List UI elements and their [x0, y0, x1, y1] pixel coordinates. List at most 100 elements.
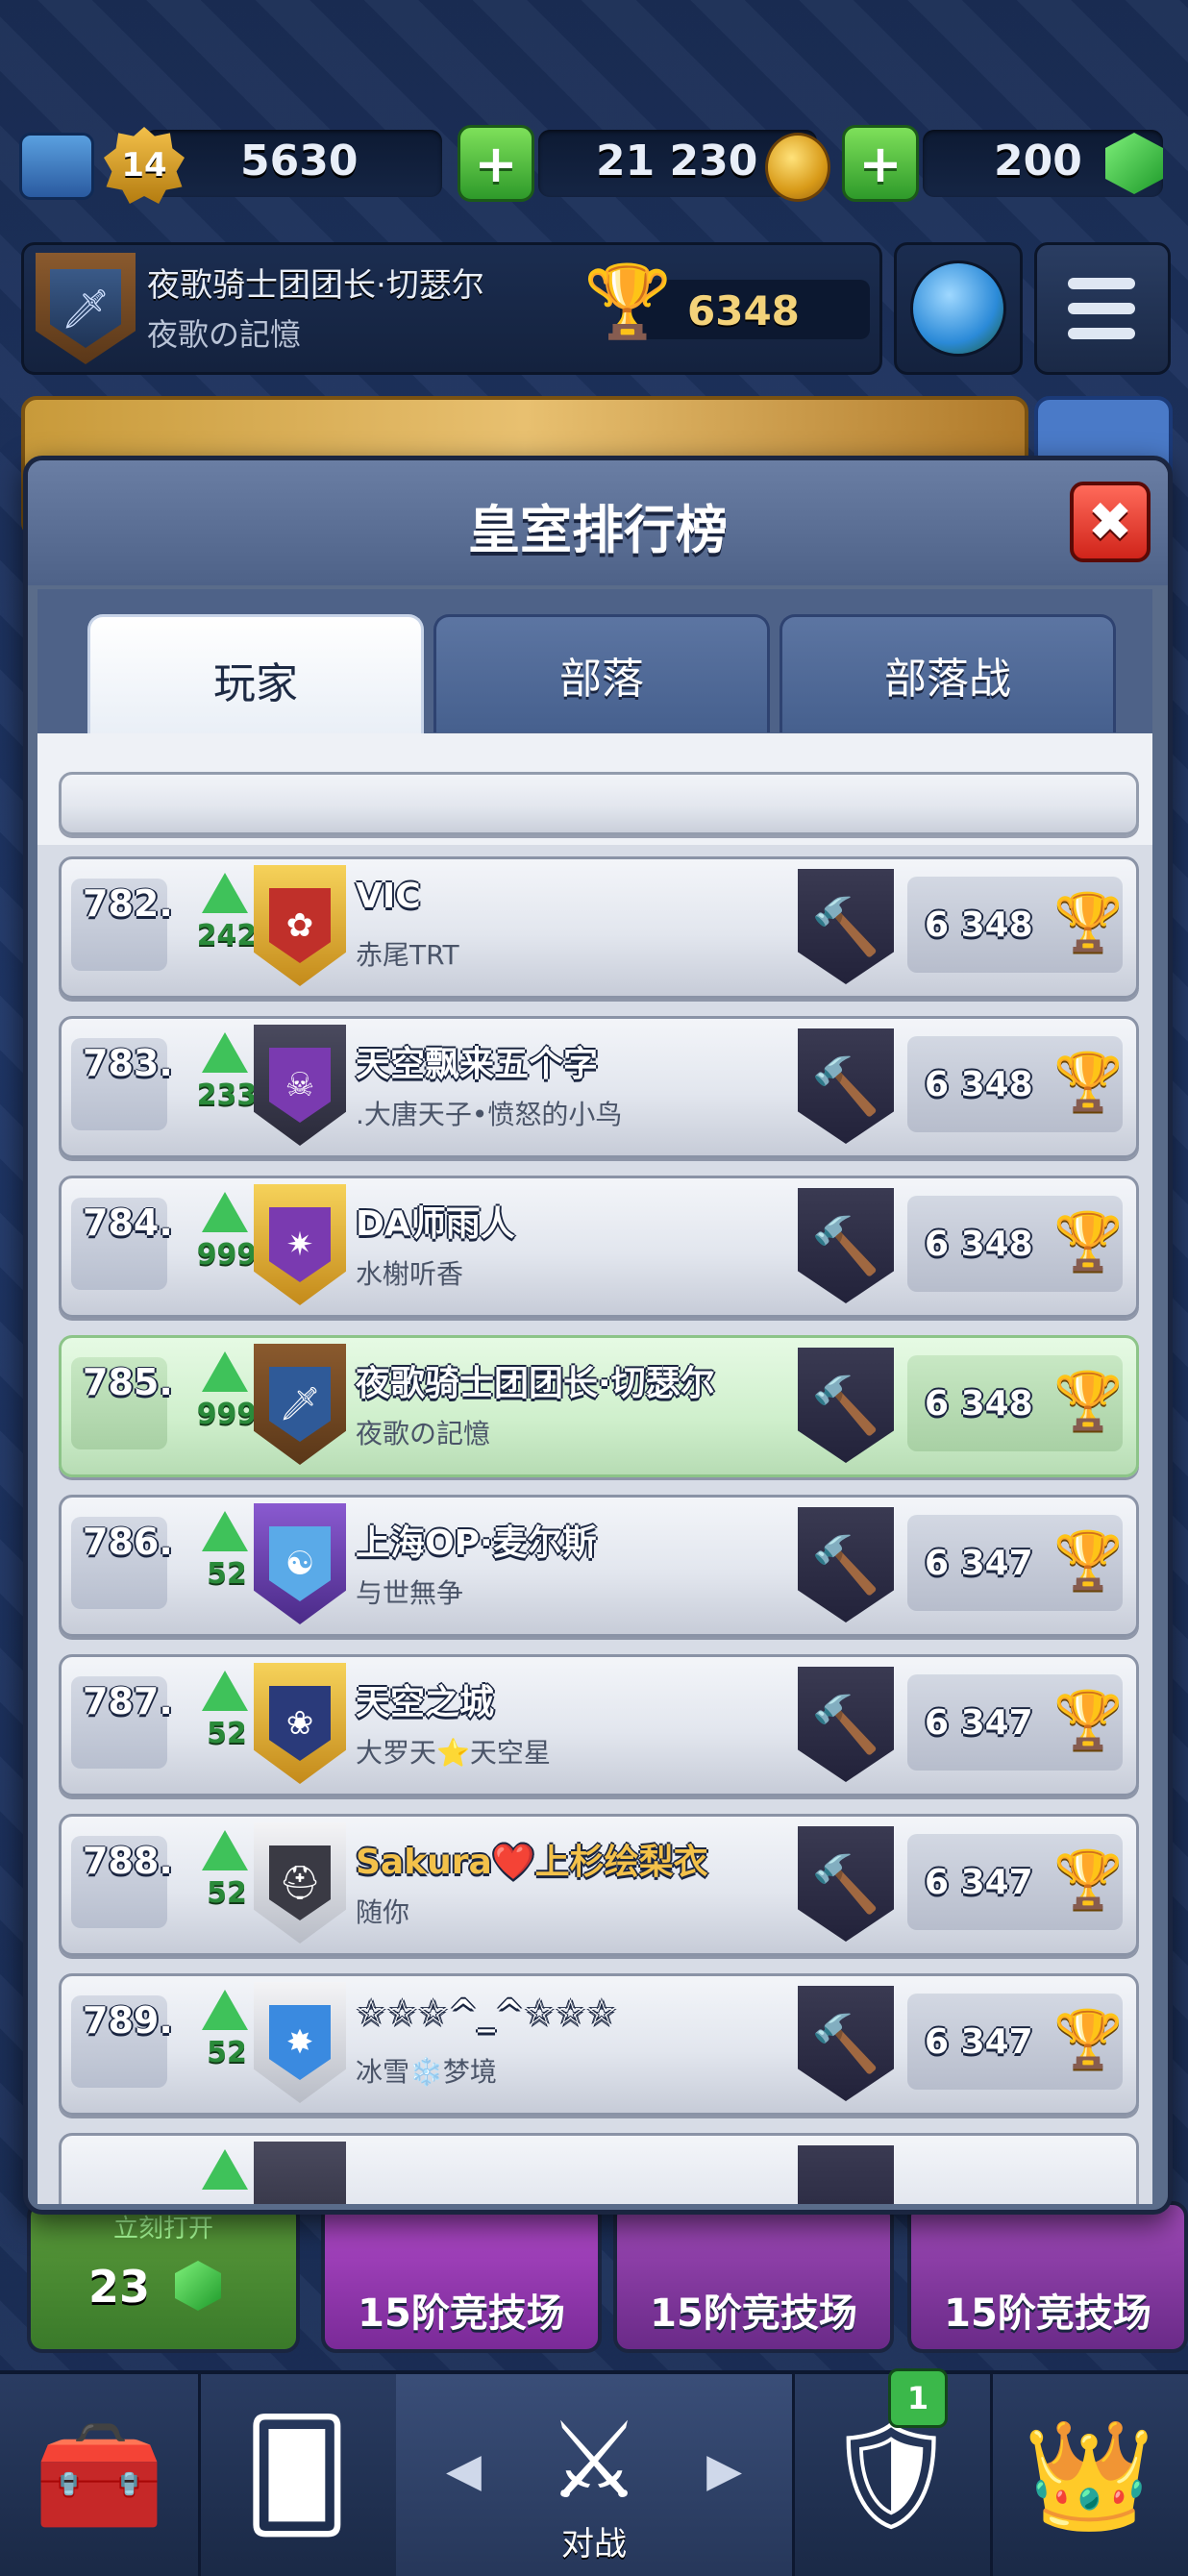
- clan-badge-icon: ❀: [254, 1663, 346, 1784]
- trophy-box: 6 347 🏆: [907, 1834, 1123, 1930]
- clan-badge-icon: ⛑: [254, 1822, 346, 1944]
- trophy-box: 6 348 🏆: [907, 1355, 1123, 1451]
- player-clan: 随你: [356, 1896, 410, 1928]
- crown-icon[interactable]: [19, 133, 94, 200]
- experience-value: 5630: [240, 136, 359, 186]
- leaderboard-list[interactable]: 782. 242 ✿ VIC 赤尾TRT 🔨 6 348 🏆 783. 233 …: [37, 733, 1152, 2204]
- trophy-icon: 🏆: [1053, 1527, 1124, 1593]
- clan-badge-icon: ☠: [254, 1025, 346, 1146]
- menu-icon-line: [1068, 328, 1135, 339]
- modal-title-bar: 皇室排行榜 ✖: [28, 460, 1168, 585]
- rank-number: 785.: [83, 1361, 173, 1403]
- trophy-box: 6 347 🏆: [907, 1674, 1123, 1771]
- clan-badge-icon: ✿: [254, 865, 346, 986]
- globe-icon: [910, 260, 1006, 357]
- tab-players[interactable]: 玩家: [87, 614, 424, 742]
- rank-number: 789.: [83, 1999, 173, 2042]
- nav-clan[interactable]: 1 🛡: [792, 2368, 993, 2576]
- trophy-box: 6 347 🏆: [907, 1994, 1123, 2090]
- leaderboard-row[interactable]: 783. 233 ☠ 天空飘来五个字 .大唐天子•愤怒的小鸟 🔨 6 348 🏆: [59, 1016, 1139, 1158]
- gold-value: 21 230: [596, 136, 758, 186]
- rank-number: 784.: [83, 1201, 173, 1244]
- player-clan: .大唐天子•愤怒的小鸟: [356, 1099, 623, 1130]
- trophy-icon: 🏆: [1053, 2006, 1124, 2071]
- trophy-icon: 🏆: [1053, 1049, 1124, 1114]
- leaderboard-row[interactable]: 782. 242 ✿ VIC 赤尾TRT 🔨 6 348 🏆: [59, 856, 1139, 999]
- royal-leaderboard-modal: 皇室排行榜 ✖ 玩家 部落 部落战 782. 242 ✿ VIC 赤尾TRT 🔨…: [23, 456, 1173, 2215]
- leaderboard-row[interactable]: 786. 52 ☯ 上海OP·麦尔斯 与世無争 🔨 6 347 🏆: [59, 1495, 1139, 1637]
- rank-number: 786.: [83, 1521, 173, 1563]
- add-gems-button[interactable]: +: [842, 125, 919, 202]
- leaderboard-row-self[interactable]: 785. 999 🗡 夜歌骑士团团长·切瑟尔 夜歌の記憶 🔨 6 348 🏆: [59, 1335, 1139, 1477]
- leaderboard-row[interactable]: 789. 52 ✸ ☆☆☆^_^☆☆☆ 冰雪❄️梦境 🔨 6 347 🏆: [59, 1973, 1139, 2116]
- leaderboard-row[interactable]: 787. 52 ❀ 天空之城 大罗天⭐天空星 🔨 6 347 🏆: [59, 1654, 1139, 1796]
- player-trophies: 6348: [687, 287, 800, 334]
- trophy-count: 6 347: [925, 1863, 1033, 1902]
- leaderboard-row[interactable]: 788. 52 ⛑ Sakura❤️上杉绘梨衣 随你 🔨 6 347 🏆: [59, 1814, 1139, 1956]
- hammer-icon: 🔨: [798, 1188, 894, 1303]
- trophy-icon: 🏆: [1053, 1687, 1124, 1752]
- trophy-count: 6 347: [925, 1703, 1033, 1743]
- chest-slot-unlocking[interactable]: 立刻打开 23: [27, 2201, 300, 2353]
- player-name: 夜歌骑士团团长·切瑟尔: [356, 1364, 715, 1403]
- player-name: ☆☆☆^_^☆☆☆: [356, 1994, 617, 2033]
- chevron-right-icon[interactable]: ▶: [706, 2443, 742, 2497]
- hammer-icon: 🔨: [798, 1986, 894, 2101]
- leaderboard-row[interactable]: 784. 999 ✷ DA师雨人 水榭听香 🔨 6 348 🏆: [59, 1176, 1139, 1318]
- trophy-icon: 🏆: [1053, 1846, 1124, 1912]
- tab-bar: 玩家 部落 部落战: [37, 589, 1152, 742]
- trophy-box: 6 348 🏆: [907, 1196, 1123, 1292]
- leaderboard-row-partial[interactable]: [59, 2133, 1139, 2204]
- nav-battle[interactable]: ◀ ⚔ ▶ 对战: [396, 2374, 795, 2576]
- trophy-icon: 🏆: [1053, 889, 1124, 954]
- add-gold-button[interactable]: +: [458, 125, 534, 202]
- rank-number: 782.: [83, 882, 173, 925]
- rank-number: 788.: [83, 1840, 173, 1882]
- chest-arena-label: 15阶竞技场: [944, 2291, 1151, 2336]
- chest-arena-label: 15阶竞技场: [650, 2291, 857, 2336]
- tab-clan-wars[interactable]: 部落战: [780, 614, 1116, 732]
- level-triangle-icon: [202, 1511, 248, 1551]
- level-triangle-icon: [202, 1830, 248, 1870]
- close-button[interactable]: ✖: [1070, 482, 1151, 562]
- nav-cards[interactable]: 🂠: [198, 2374, 399, 2576]
- chest-arena-label: 15阶竞技场: [358, 2291, 565, 2336]
- level-triangle-icon: [202, 1990, 248, 2030]
- clan-shield-icon: 🛡: [824, 2414, 958, 2537]
- trophy-box: 6 348 🏆: [907, 1036, 1123, 1132]
- player-name: 天空之城: [356, 1683, 495, 1722]
- list-item: [59, 772, 1139, 835]
- cards-icon: 🂠: [242, 2414, 352, 2537]
- nav-events[interactable]: 👑: [990, 2374, 1188, 2576]
- chevron-left-icon[interactable]: ◀: [446, 2443, 482, 2497]
- hammer-icon: 🔨: [798, 869, 894, 984]
- player-level: 999: [196, 1398, 258, 1431]
- chest-slot[interactable]: 15阶竞技场: [613, 2201, 894, 2353]
- nav-shop[interactable]: 🧰: [0, 2374, 201, 2576]
- tab-clans[interactable]: 部落: [433, 614, 770, 732]
- gem-icon: [175, 2261, 221, 2311]
- hammer-icon: [798, 2145, 894, 2204]
- player-name: DA师雨人: [356, 1204, 515, 1244]
- unlock-cost: 23: [88, 2261, 151, 2313]
- clan-badge-icon: ✷: [254, 1184, 346, 1305]
- level-triangle-icon: [202, 1192, 248, 1232]
- trophy-count: 6 347: [925, 2022, 1033, 2062]
- crossed-swords-icon: ⚔: [546, 2399, 642, 2522]
- menu-button[interactable]: [1034, 242, 1171, 375]
- level-triangle-icon: [202, 1671, 248, 1711]
- trophy-icon: 🏆: [583, 260, 673, 343]
- rank-number: 787.: [83, 1680, 173, 1722]
- trophy-count: 6 348: [925, 1065, 1033, 1104]
- chest-slot[interactable]: 15阶竞技场: [321, 2201, 602, 2353]
- player-profile-header[interactable]: 🗡 夜歌骑士团团长·切瑟尔 夜歌の記憶 🏆 6348: [21, 242, 882, 375]
- trophy-count: 6 347: [925, 1544, 1033, 1583]
- menu-icon-line: [1068, 278, 1135, 289]
- crown-laurel-icon: 👑: [1023, 2414, 1155, 2537]
- trophy-box: 6 348 🏆: [907, 877, 1123, 973]
- player-name: Sakura❤️上杉绘梨衣: [356, 1834, 708, 1884]
- player-level: 52: [207, 1557, 247, 1591]
- chest-slot[interactable]: 15阶竞技场: [907, 2201, 1188, 2353]
- leaderboard-globe-button[interactable]: [894, 242, 1023, 375]
- clan-badge-icon: [254, 2142, 346, 2204]
